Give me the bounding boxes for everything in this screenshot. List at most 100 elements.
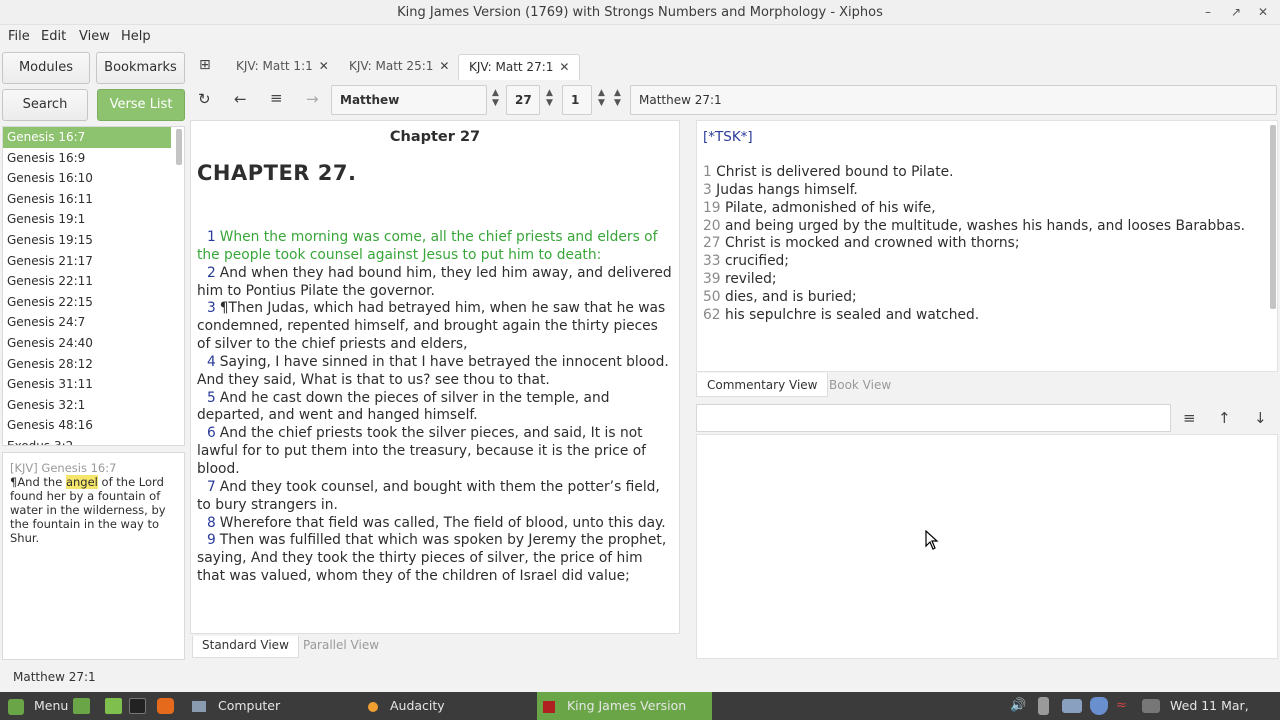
- list-item[interactable]: Genesis 31:11: [3, 374, 184, 395]
- start-menu-button[interactable]: Menu: [8, 692, 68, 720]
- taskbar-audacity[interactable]: Audacity: [362, 692, 532, 720]
- verse-spinner-2[interactable]: ▲ ▼: [614, 88, 621, 108]
- list-menu-icon[interactable]: ≡: [1183, 409, 1196, 427]
- volume-icon[interactable]: 🔊: [1010, 697, 1028, 715]
- commentary-verse-number[interactable]: 1: [703, 164, 712, 180]
- verse-number[interactable]: 2: [207, 265, 216, 281]
- firefox-icon[interactable]: [157, 698, 174, 714]
- close-tab-icon[interactable]: ✕: [559, 60, 569, 74]
- list-item[interactable]: Genesis 16:10: [3, 168, 184, 189]
- commentary-view-tab[interactable]: Commentary View: [696, 373, 829, 397]
- tab-matt-27-1[interactable]: KJV: Matt 27:1 ✕: [458, 54, 581, 80]
- modules-button[interactable]: Modules: [2, 52, 90, 84]
- commentary-scrollbar[interactable]: [1270, 125, 1276, 309]
- verse-number[interactable]: 9: [207, 532, 216, 548]
- verse[interactable]: 8 Wherefore that field was called, The fi…: [197, 515, 673, 533]
- commentary-verse-number[interactable]: 50: [703, 289, 721, 305]
- verse[interactable]: 3 ¶Then Judas, which had betrayed him, wh…: [197, 300, 673, 354]
- forward-icon[interactable]: →: [306, 90, 319, 108]
- refresh-icon[interactable]: ↻: [198, 90, 211, 108]
- list-item[interactable]: Genesis 32:1: [3, 395, 184, 416]
- taskbar-computer[interactable]: Computer: [186, 692, 356, 720]
- next-arrow-icon[interactable]: ↓: [1254, 409, 1267, 427]
- commentary-verse-number[interactable]: 39: [703, 271, 721, 287]
- verse-field[interactable]: 1: [562, 85, 592, 115]
- verse-number[interactable]: 3: [207, 300, 216, 316]
- tab-matt-25-1[interactable]: KJV: Matt 25:1 ✕: [349, 54, 449, 80]
- bookmarks-button[interactable]: Bookmarks: [96, 52, 185, 84]
- audacity-icon: [368, 701, 378, 712]
- chapter-field[interactable]: 27: [506, 85, 540, 115]
- book-view-tab[interactable]: Book View: [819, 373, 901, 397]
- clock[interactable]: Wed 11 Mar, 22:08: [1170, 692, 1280, 720]
- minimize-icon[interactable]: –: [1198, 3, 1218, 21]
- terminal-icon[interactable]: [129, 698, 146, 714]
- commentary-verse-number[interactable]: 62: [703, 307, 721, 323]
- camera-icon[interactable]: [1062, 699, 1082, 713]
- list-item[interactable]: Genesis 28:12: [3, 354, 184, 375]
- close-tab-icon[interactable]: ✕: [319, 59, 329, 73]
- standard-view-tab[interactable]: Standard View: [192, 636, 299, 658]
- menu-file[interactable]: File: [8, 29, 30, 44]
- verse[interactable]: 5 And he cast down the pieces of silver i…: [197, 390, 673, 426]
- book-spinner[interactable]: ▲ ▼: [492, 88, 499, 108]
- dictionary-search-input[interactable]: [696, 404, 1171, 432]
- shield-icon[interactable]: [1090, 697, 1108, 715]
- history-menu-icon[interactable]: ≡: [270, 89, 283, 107]
- verse[interactable]: 6 And the chief priests took the silver p…: [197, 425, 673, 479]
- list-item[interactable]: Genesis 16:11: [3, 189, 184, 210]
- maximize-icon[interactable]: ↗: [1226, 3, 1246, 21]
- list-item[interactable]: Genesis 19:15: [3, 230, 184, 251]
- list-item[interactable]: Genesis 22:11: [3, 271, 184, 292]
- list-item[interactable]: Genesis 21:17: [3, 251, 184, 272]
- list-item[interactable]: Exodus 3:2: [3, 436, 184, 445]
- chapter-spinner[interactable]: ▲ ▼: [546, 88, 553, 108]
- clipboard-icon[interactable]: [1038, 697, 1049, 715]
- list-item[interactable]: Genesis 48:16: [3, 415, 184, 436]
- verse[interactable]: 1 When the morning was come, all the chie…: [197, 229, 673, 265]
- close-tab-icon[interactable]: ✕: [439, 59, 449, 73]
- commentary-verse-number[interactable]: 33: [703, 253, 721, 269]
- verse-spinner[interactable]: ▲ ▼: [598, 88, 605, 108]
- book-selector[interactable]: Matthew: [331, 85, 487, 115]
- menu-edit[interactable]: Edit: [41, 29, 66, 44]
- list-item[interactable]: Genesis 24:7: [3, 312, 184, 333]
- display-icon[interactable]: [1142, 699, 1160, 713]
- verse-number[interactable]: 6: [207, 425, 216, 441]
- commentary-verse-number[interactable]: 27: [703, 235, 721, 251]
- parallel-view-tab[interactable]: Parallel View: [303, 638, 379, 652]
- close-icon[interactable]: ✕: [1253, 3, 1273, 21]
- list-item[interactable]: Genesis 16:7: [3, 127, 171, 148]
- verse[interactable]: 4 Saying, I have sinned in that I have be…: [197, 354, 673, 390]
- file-manager-icon[interactable]: [105, 698, 122, 714]
- verse-number[interactable]: 5: [207, 390, 216, 406]
- menu-view[interactable]: View: [79, 29, 110, 44]
- show-desktop-icon[interactable]: [73, 698, 90, 714]
- list-item[interactable]: Genesis 19:1: [3, 209, 184, 230]
- tab-matt-1-1[interactable]: KJV: Matt 1:1 ✕: [236, 54, 329, 80]
- taskbar-xiphos[interactable]: King James Version (17...: [537, 692, 712, 720]
- verse[interactable]: 9 Then was fulfilled that which was spoke…: [197, 532, 673, 586]
- commentary-verse-number[interactable]: 20: [703, 218, 721, 234]
- back-icon[interactable]: ←: [234, 90, 247, 108]
- verse[interactable]: 2 And when they had bound him, they led h…: [197, 265, 673, 301]
- verse-number[interactable]: 1: [207, 229, 216, 245]
- list-item[interactable]: Genesis 22:15: [3, 292, 184, 313]
- list-item[interactable]: Genesis 16:9: [3, 148, 184, 169]
- commentary-verse-number[interactable]: 3: [703, 182, 712, 198]
- previous-arrow-icon[interactable]: ↑: [1218, 409, 1231, 427]
- search-button[interactable]: Search: [2, 89, 88, 121]
- verse-number[interactable]: 4: [207, 354, 216, 370]
- verse-number[interactable]: 7: [207, 479, 216, 495]
- commentary-verse-number[interactable]: 19: [703, 200, 721, 216]
- reference-entry[interactable]: Matthew 27:1: [630, 85, 1277, 115]
- verse-list-button[interactable]: Verse List: [97, 89, 185, 121]
- verse-list-scrollbar[interactable]: [176, 129, 182, 165]
- commentary-module-name[interactable]: [*TSK*]: [703, 129, 753, 145]
- menu-help[interactable]: Help: [121, 29, 151, 44]
- verse[interactable]: 7 And they took counsel, and bought with …: [197, 479, 673, 515]
- network-icon[interactable]: ≈: [1116, 697, 1134, 715]
- verse-number[interactable]: 8: [207, 515, 216, 531]
- new-tab-icon[interactable]: ⊞: [199, 57, 211, 73]
- list-item[interactable]: Genesis 24:40: [3, 333, 184, 354]
